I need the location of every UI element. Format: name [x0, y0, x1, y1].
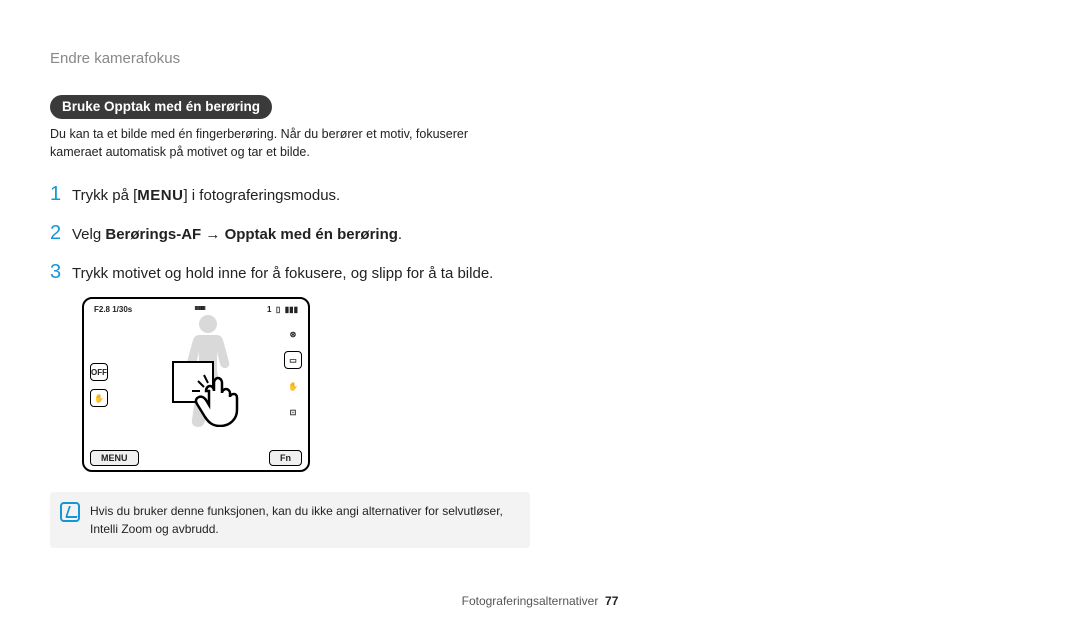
flash-icon: ⊛: [284, 325, 302, 343]
step-text: Velg Berørings-AF → Opptak med én berøri…: [72, 224, 402, 247]
section-pill: Bruke Opptak med én berøring: [50, 95, 272, 119]
note-callout: Hvis du bruker denne funksjonen, kan du …: [50, 492, 530, 548]
exposure-readout: F2.8 1/30s: [94, 305, 132, 314]
step-number: 3: [50, 257, 72, 287]
step-1: 1 Trykk på [MENU] i fotograferingsmodus.: [50, 179, 510, 209]
step-number: 1: [50, 179, 72, 209]
stabilizer-icon: ✋: [284, 377, 302, 395]
touch-hand-icon: [190, 371, 246, 427]
steps-list: 1 Trykk på [MENU] i fotograferingsmodus.…: [50, 179, 510, 287]
battery-icon: ▮▮▮: [285, 305, 298, 314]
step-text: Trykk på [MENU] i fotograferingsmodus.: [72, 185, 340, 208]
status-icons: 1 ▯ ▮▮▮: [267, 305, 298, 314]
step-2: 2 Velg Berørings-AF → Opptak med én berø…: [50, 218, 510, 248]
step-text: Trykk motivet og hold inne for å fokuser…: [72, 263, 493, 286]
page-header: Endre kamerafokus: [50, 50, 510, 67]
right-osd-icons: ⊛ ▭ ✋ ⊡: [284, 325, 302, 421]
step-number: 2: [50, 218, 72, 248]
metering-icon: ⊡: [284, 403, 302, 421]
camera-screen-illustration: F2.8 1/30s ııııııııııı 1 ▯ ▮▮▮ OFF ✋: [82, 297, 310, 472]
shot-count: 1: [267, 305, 271, 314]
menu-label-icon: MENU: [137, 187, 183, 204]
note-text: Hvis du bruker denne funksjonen, kan du …: [90, 502, 518, 538]
footer-section: Fotograferingsalternativer: [462, 594, 599, 608]
mode-off-icon: OFF: [90, 363, 108, 381]
step-3: 3 Trykk motivet og hold inne for å fokus…: [50, 257, 510, 287]
left-osd-icons: OFF ✋: [90, 363, 108, 407]
menu-button: MENU: [90, 450, 139, 466]
sd-card-icon: ▯: [276, 305, 280, 314]
touch-mode-icon: ✋: [90, 389, 108, 407]
page-footer: Fotograferingsalternativer 77: [0, 594, 1080, 608]
fn-button: Fn: [269, 450, 302, 466]
page-number: 77: [605, 594, 618, 608]
section-intro: Du kan ta et bilde med én fingerberøring…: [50, 125, 510, 161]
size-icon: ▭: [284, 351, 302, 369]
note-icon: [60, 502, 80, 522]
